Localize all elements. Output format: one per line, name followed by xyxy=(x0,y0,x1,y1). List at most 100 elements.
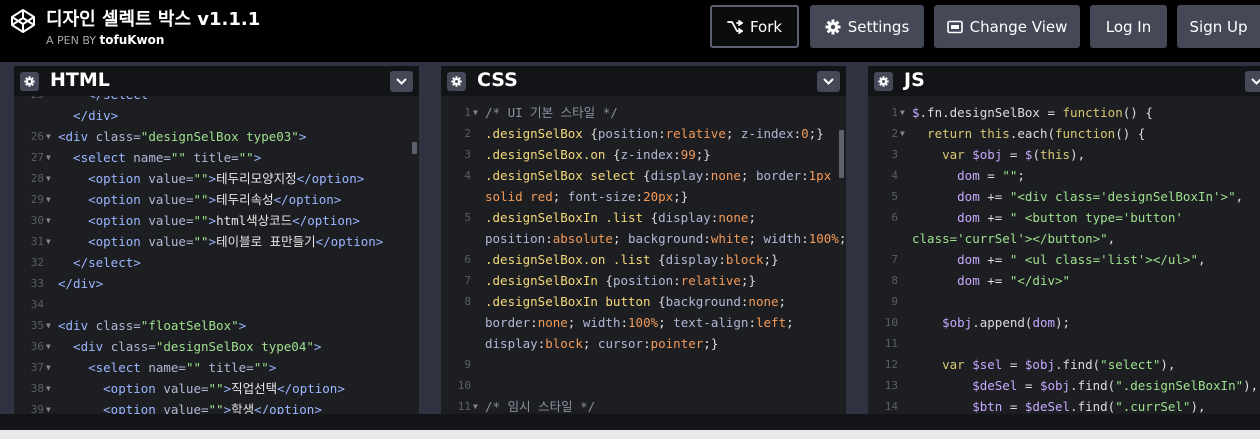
code-line[interactable]: 31 ▼ <option value="">테이블로 표만들기</option> xyxy=(14,231,407,252)
html-collapse-chevron-down-icon[interactable] xyxy=(390,71,413,92)
code-line[interactable]: 13 $deSel = $obj.find(".designSelBoxIn")… xyxy=(868,375,1258,396)
code-token: border xyxy=(755,168,802,183)
fold-toggle-icon[interactable]: ▼ xyxy=(46,168,51,189)
code-line[interactable]: 30 ▼ <option value="">html색상코드</option> xyxy=(14,210,407,231)
fold-toggle-icon[interactable]: ▼ xyxy=(473,396,478,414)
code-line[interactable]: 4 dom = ""; xyxy=(868,165,1248,186)
signup-button[interactable]: Sign Up xyxy=(1177,5,1260,48)
line-number: 9 xyxy=(464,358,471,371)
fold-toggle-icon[interactable]: ▼ xyxy=(900,123,905,144)
fold-toggle-icon[interactable]: ▼ xyxy=(46,210,51,231)
line-number: 1 xyxy=(891,106,898,119)
code-line[interactable]: 2 ▼ return this.each(function() { xyxy=(868,123,1248,144)
code-line[interactable]: 7 dom += " <ul class='list'></ul>", xyxy=(868,249,1248,270)
fold-toggle-icon[interactable]: ▼ xyxy=(46,378,51,399)
fork-button[interactable]: Fork xyxy=(710,5,799,48)
code-token: = xyxy=(979,168,1003,183)
code-line[interactable]: 33 </div> xyxy=(14,273,407,294)
author-link[interactable]: tofuKwon xyxy=(100,33,165,47)
fold-toggle-icon[interactable]: ▼ xyxy=(46,147,51,168)
code-line[interactable]: 9 xyxy=(441,354,834,375)
code-line[interactable]: 35 ▼ <div class="floatSelBox"> xyxy=(14,315,407,336)
js-collapse-chevron-down-icon[interactable] xyxy=(1245,71,1260,92)
code-text: <option value="">테두리모양지정</option> xyxy=(58,168,364,189)
fold-toggle-icon[interactable]: ▼ xyxy=(900,102,905,123)
code-line[interactable]: 10 $obj.append(dom); xyxy=(868,312,1248,333)
fold-toggle-icon[interactable]: ▼ xyxy=(46,315,51,336)
code-line[interactable]: 36 ▼ <div class="designSelBox type04"> xyxy=(14,336,407,357)
code-line[interactable]: 32 </select> xyxy=(14,252,407,273)
css-collapse-chevron-down-icon[interactable] xyxy=(817,71,840,92)
change-view-button[interactable]: Change View xyxy=(934,5,1080,48)
code-token: "" xyxy=(253,360,269,375)
code-line[interactable]: 26 ▼ <div class="designSelBox type03"> xyxy=(14,126,407,147)
code-line[interactable]: 8 dom += "</div>" xyxy=(868,270,1248,291)
code-line[interactable]: 4 .designSelBox select {display:none; bor… xyxy=(441,165,834,186)
code-token: { xyxy=(650,210,659,225)
code-line[interactable]: 28 ▼ <option value="">테두리모양지정</option> xyxy=(14,168,407,189)
code-line[interactable]: 2 .designSelBox {position:relative; z-ind… xyxy=(441,123,834,144)
pen-title[interactable]: 디자인 셀렉트 박스 v1.1.1 xyxy=(46,5,260,31)
code-line[interactable]: border:none; width:100%; text-align:left… xyxy=(441,312,834,333)
js-code-area[interactable]: 1 ▼ $.fn.designSelBox = function() {2 ▼ ret… xyxy=(868,96,1260,414)
css-settings-gear-icon[interactable] xyxy=(447,72,466,91)
code-line[interactable]: 37 ▼ <select name="" title=""> xyxy=(14,357,407,378)
code-line[interactable]: 38 ▼ <option value="">직업선택</option> xyxy=(14,378,407,399)
code-token: dom xyxy=(912,273,980,288)
code-line[interactable]: 9 xyxy=(868,291,1248,312)
code-token: display xyxy=(485,336,538,351)
codepen-logo-icon[interactable] xyxy=(10,8,36,34)
code-line[interactable]: 6 .designSelBox.on .list {display:block;} xyxy=(441,249,834,270)
html-settings-gear-icon[interactable] xyxy=(20,72,39,91)
code-token: none xyxy=(537,315,568,330)
login-button[interactable]: Log In xyxy=(1090,5,1167,48)
code-line[interactable]: 10 xyxy=(441,375,834,396)
code-line[interactable]: 27 ▼ <select name="" title=""> xyxy=(14,147,407,168)
html-code-area[interactable]: 25 </select </div>26▼<div class="designS… xyxy=(14,96,419,414)
fold-toggle-icon[interactable]: ▼ xyxy=(46,336,51,357)
code-line[interactable]: 5 dom += "<div class='designSelBoxIn'>", xyxy=(868,186,1248,207)
code-line[interactable]: 5 .designSelBoxIn .list {display:none; xyxy=(441,207,834,228)
fold-toggle-icon[interactable]: ▼ xyxy=(46,126,51,147)
code-line[interactable]: 7 .designSelBoxIn {position:relative;} xyxy=(441,270,834,291)
code-line[interactable]: 3 var $obj = $(this), xyxy=(868,144,1248,165)
code-line[interactable]: 34 xyxy=(14,294,407,315)
fold-toggle-icon[interactable]: ▼ xyxy=(46,231,51,252)
code-line[interactable]: 11 ▼ /* 임시 스타일 */ xyxy=(441,396,834,414)
code-line[interactable]: 1 ▼ /* UI 기본 스타일 */ xyxy=(441,102,834,123)
code-token: pointer xyxy=(650,336,704,351)
code-token: () { xyxy=(1115,126,1146,141)
code-text: display:block; cursor:pointer;} xyxy=(485,333,718,354)
code-text: class='currSel'></button>", xyxy=(912,228,1115,249)
code-token: width xyxy=(763,231,802,246)
code-line[interactable]: display:block; cursor:pointer;} xyxy=(441,333,834,354)
code-line[interactable]: 11 xyxy=(868,333,1248,354)
code-token: relative xyxy=(680,273,741,288)
code-line[interactable]: 3 .designSelBox.on {z-index:99;} xyxy=(441,144,834,165)
code-line[interactable]: 8 .designSelBoxIn button {background:none… xyxy=(441,291,834,312)
code-token: > xyxy=(208,234,217,249)
code-line[interactable]: </div> xyxy=(14,105,407,126)
fold-toggle-icon[interactable]: ▼ xyxy=(46,399,51,414)
code-line[interactable]: class='currSel'></button>", xyxy=(868,228,1248,249)
code-line[interactable]: 1 ▼ $.fn.designSelBox = function() { xyxy=(868,102,1248,123)
css-scrollbar[interactable] xyxy=(839,130,844,178)
js-settings-gear-icon[interactable] xyxy=(874,72,893,91)
code-line[interactable]: 25 </select xyxy=(14,96,407,105)
fold-toggle-icon[interactable]: ▼ xyxy=(46,189,51,210)
fold-toggle-icon[interactable]: ▼ xyxy=(473,102,478,123)
code-line[interactable]: 6 dom += " <button type='button' xyxy=(868,207,1248,228)
code-token: <select xyxy=(58,360,149,375)
line-number: 11 xyxy=(884,337,898,350)
code-line[interactable]: 12 var $sel = $obj.find("select"), xyxy=(868,354,1248,375)
code-line[interactable]: position:absolute; background:white; wid… xyxy=(441,228,846,249)
css-code-area[interactable]: 1 ▼/* UI 기본 스타일 */2 .designSelBox {positio… xyxy=(441,96,846,414)
fold-toggle-icon[interactable]: ▼ xyxy=(46,357,51,378)
css-pane-header: CSS xyxy=(441,66,846,96)
code-line[interactable]: 14 $btn = $deSel.find(".currSel"), xyxy=(868,396,1248,414)
code-line[interactable]: 39 ▼ <option value="">학생</option> xyxy=(14,399,407,414)
code-line[interactable]: 29 ▼ <option value="">테두리속성</option> xyxy=(14,189,407,210)
code-line[interactable]: solid red; font-size:20px;} xyxy=(441,186,834,207)
html-scrollbar[interactable] xyxy=(412,142,417,154)
settings-button[interactable]: Settings xyxy=(810,5,924,48)
